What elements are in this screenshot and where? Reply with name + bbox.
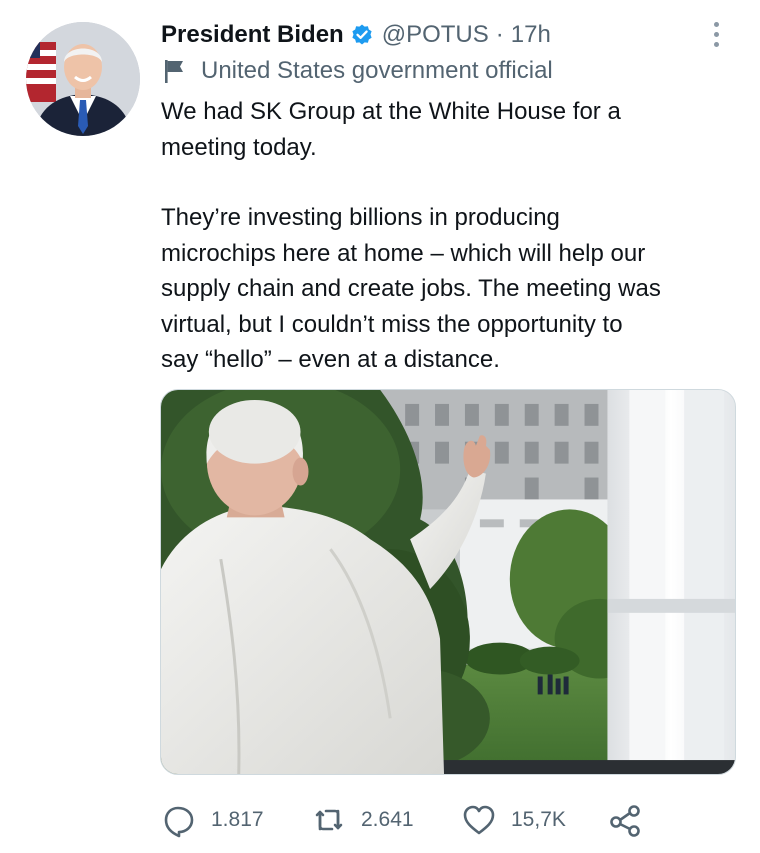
tweet-timestamp[interactable]: 17h <box>511 21 551 49</box>
affiliation-text: United States government official <box>201 57 553 84</box>
author-handle[interactable]: @POTUS <box>382 21 489 49</box>
share-button[interactable] <box>607 800 643 840</box>
reply-button[interactable]: 1.817 <box>161 800 264 840</box>
avatar[interactable] <box>26 22 140 136</box>
retweet-icon <box>315 809 343 831</box>
tweet-actions: 1.817 2.641 15,7K <box>161 800 681 840</box>
tweet-paragraph: We had SK Group at the White House for a… <box>161 98 621 161</box>
like-button[interactable]: 15,7K <box>461 800 566 840</box>
tweet-paragraph: They’re investing billions in producing … <box>161 204 661 373</box>
reply-icon <box>164 806 194 838</box>
share-icon <box>610 805 640 837</box>
retweet-button[interactable]: 2.641 <box>311 800 414 840</box>
verified-badge-icon <box>350 23 374 47</box>
flag-icon <box>165 60 183 83</box>
author-name[interactable]: President Biden <box>161 21 344 49</box>
like-count: 15,7K <box>511 808 566 831</box>
heart-icon <box>463 805 495 835</box>
tweet-header: President Biden @POTUS · 17h <box>161 18 721 52</box>
photo-image <box>161 390 735 774</box>
avatar-image <box>26 22 140 136</box>
more-options-icon[interactable] <box>704 18 728 50</box>
separator-dot: · <box>495 21 504 48</box>
tweet-body: We had SK Group at the White House for a… <box>161 94 741 378</box>
reply-count: 1.817 <box>211 808 264 831</box>
retweet-count: 2.641 <box>361 808 414 831</box>
government-label[interactable]: United States government official <box>161 54 553 88</box>
tweet-photo[interactable] <box>160 389 736 775</box>
